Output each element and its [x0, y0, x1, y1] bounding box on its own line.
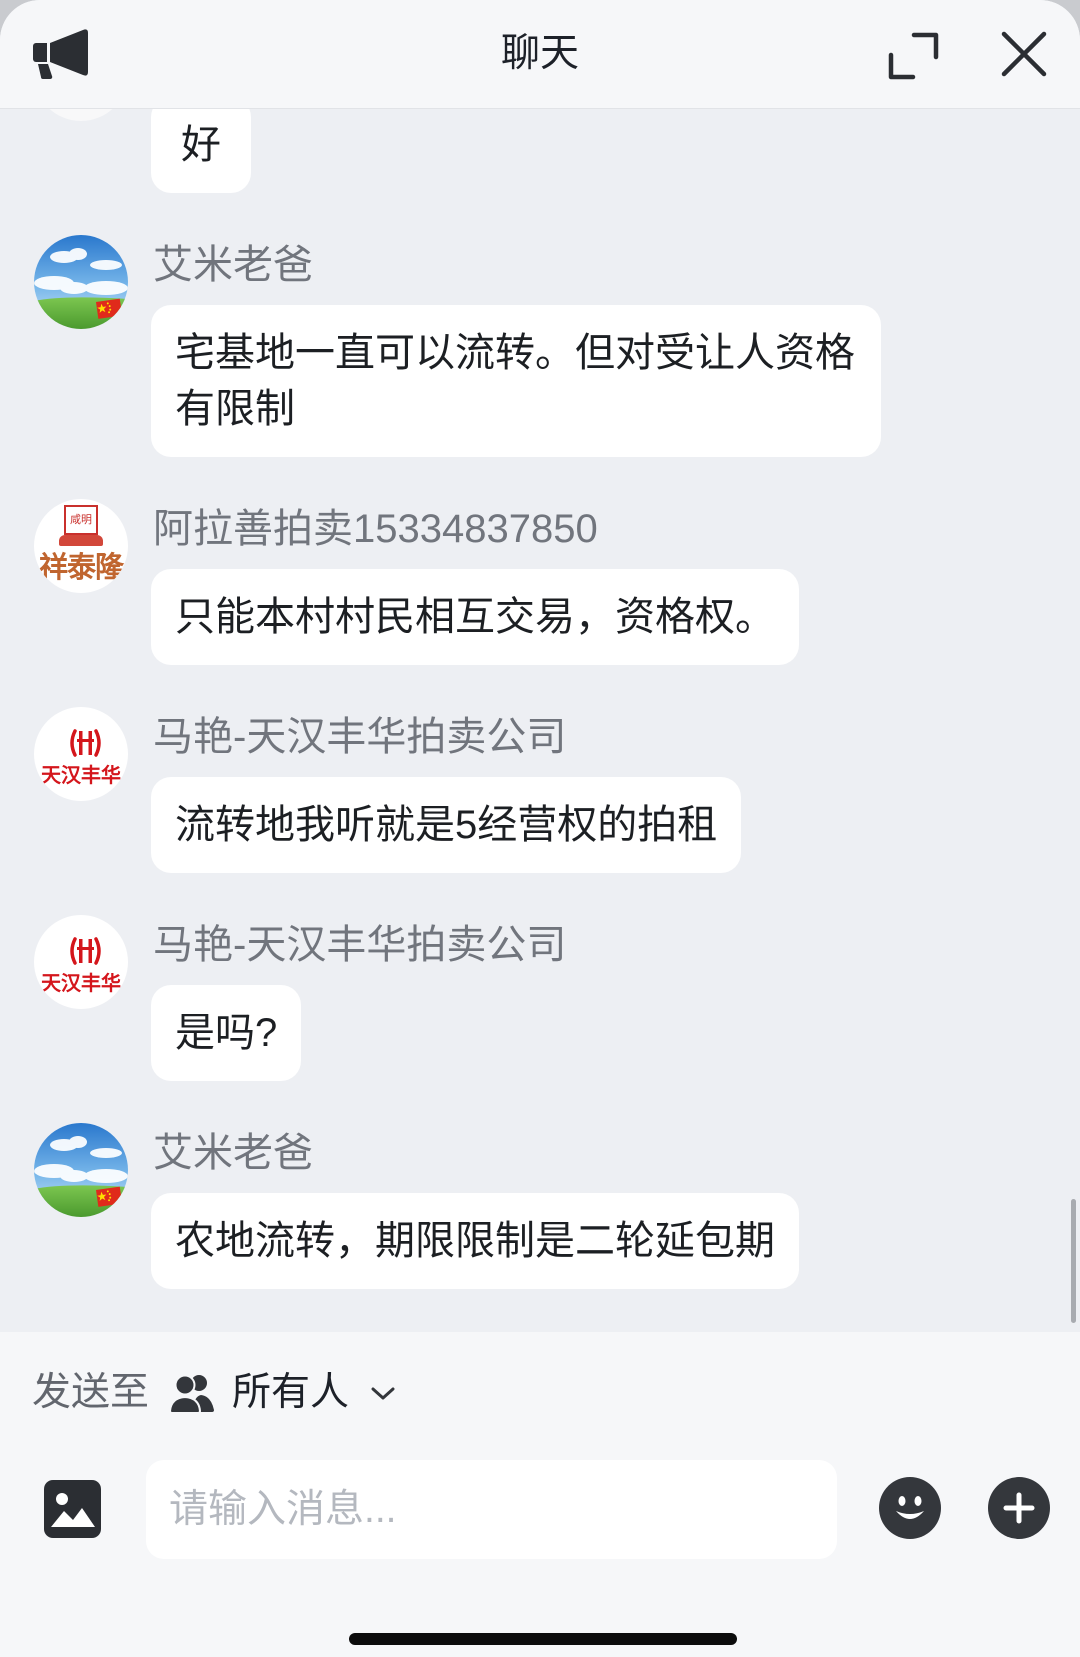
message-bubble: 好	[151, 109, 251, 193]
sender-avatar[interactable]: 天汉丰华	[34, 707, 128, 801]
message-item: 天汉丰华 马艳-天汉丰华拍卖公司 流转地我听就是5经营权的拍租	[0, 665, 1080, 873]
message-bubble: 农地流转，期限限制是二轮延包期	[151, 1193, 799, 1289]
tianhan-logo-icon	[70, 937, 101, 965]
message-item: 艾米老爸 宅基地一直可以流转。但对受让人资格有限制	[0, 193, 1080, 457]
people-icon	[169, 1374, 214, 1414]
logo-text: 天汉丰华	[41, 765, 121, 787]
sender-name: 马艳-天汉丰华拍卖公司	[153, 715, 567, 759]
page-title: 聊天	[500, 32, 579, 75]
logo-stamp-text: 咸明	[70, 514, 92, 526]
message-input-box[interactable]	[146, 1460, 837, 1559]
message-input[interactable]	[146, 1460, 837, 1559]
close-icon[interactable]	[1000, 30, 1048, 78]
sender-name: 艾米老爸	[153, 1131, 313, 1175]
sender-avatar[interactable]	[34, 1123, 128, 1217]
chat-panel: 聊天 好 艾米老爸 宅基地一直可以流转。但对受让人资格有限制 咸明 祥泰隆 阿拉…	[0, 0, 1080, 1657]
sender-avatar[interactable]	[34, 109, 128, 121]
message-bubble: 只能本村村民相互交易，资格权。	[151, 569, 799, 665]
china-flag-icon	[96, 1186, 123, 1207]
send-to-label: 发送至	[32, 1371, 150, 1414]
megaphone-icon[interactable]	[32, 26, 90, 80]
message-item: 天汉丰华 马艳-天汉丰华拍卖公司 是吗?	[0, 873, 1080, 1081]
recipient-dropdown[interactable]: 所有人	[166, 1366, 402, 1420]
expand-icon[interactable]	[888, 32, 939, 80]
message-list[interactable]: 好 艾米老爸 宅基地一直可以流转。但对受让人资格有限制 咸明 祥泰隆 阿拉善拍卖…	[0, 109, 1080, 1332]
logo-text: 祥泰隆	[38, 552, 124, 584]
scrollbar-thumb[interactable]	[1071, 1199, 1076, 1323]
landscape-avatar-icon	[34, 235, 128, 329]
china-flag-icon	[96, 298, 123, 319]
message-bubble: 流转地我听就是5经营权的拍租	[151, 777, 742, 873]
message-composer: 发送至 所有人	[0, 1332, 1080, 1657]
chat-header: 聊天	[0, 0, 1080, 109]
chevron-down-icon	[371, 1387, 395, 1400]
logo-decoration	[59, 535, 103, 546]
message-bubble: 是吗?	[151, 985, 302, 1081]
message-item: 艾米老爸 农地流转，期限限制是二轮延包期	[0, 1081, 1080, 1289]
sender-avatar[interactable]: 咸明 祥泰隆	[34, 499, 128, 593]
recipient-label: 所有人	[232, 1371, 350, 1414]
sender-avatar[interactable]: 天汉丰华	[34, 915, 128, 1009]
landscape-avatar-icon	[34, 1123, 128, 1217]
logo-stamp: 咸明	[64, 505, 98, 535]
sender-avatar[interactable]	[34, 235, 128, 329]
image-icon[interactable]	[44, 1480, 101, 1538]
sender-name: 阿拉善拍卖15334837850	[153, 507, 598, 551]
sender-name: 马艳-天汉丰华拍卖公司	[153, 923, 567, 967]
message-item: 好	[0, 109, 1080, 193]
home-indicator	[349, 1633, 737, 1645]
sender-name: 艾米老爸	[153, 243, 313, 287]
tianhan-logo-icon	[70, 729, 101, 757]
plus-icon[interactable]	[988, 1477, 1050, 1539]
logo-text: 天汉丰华	[41, 973, 121, 995]
message-bubble: 宅基地一直可以流转。但对受让人资格有限制	[151, 305, 881, 457]
message-item: 咸明 祥泰隆 阿拉善拍卖15334837850 只能本村村民相互交易，资格权。	[0, 457, 1080, 665]
emoji-icon[interactable]	[879, 1477, 941, 1539]
